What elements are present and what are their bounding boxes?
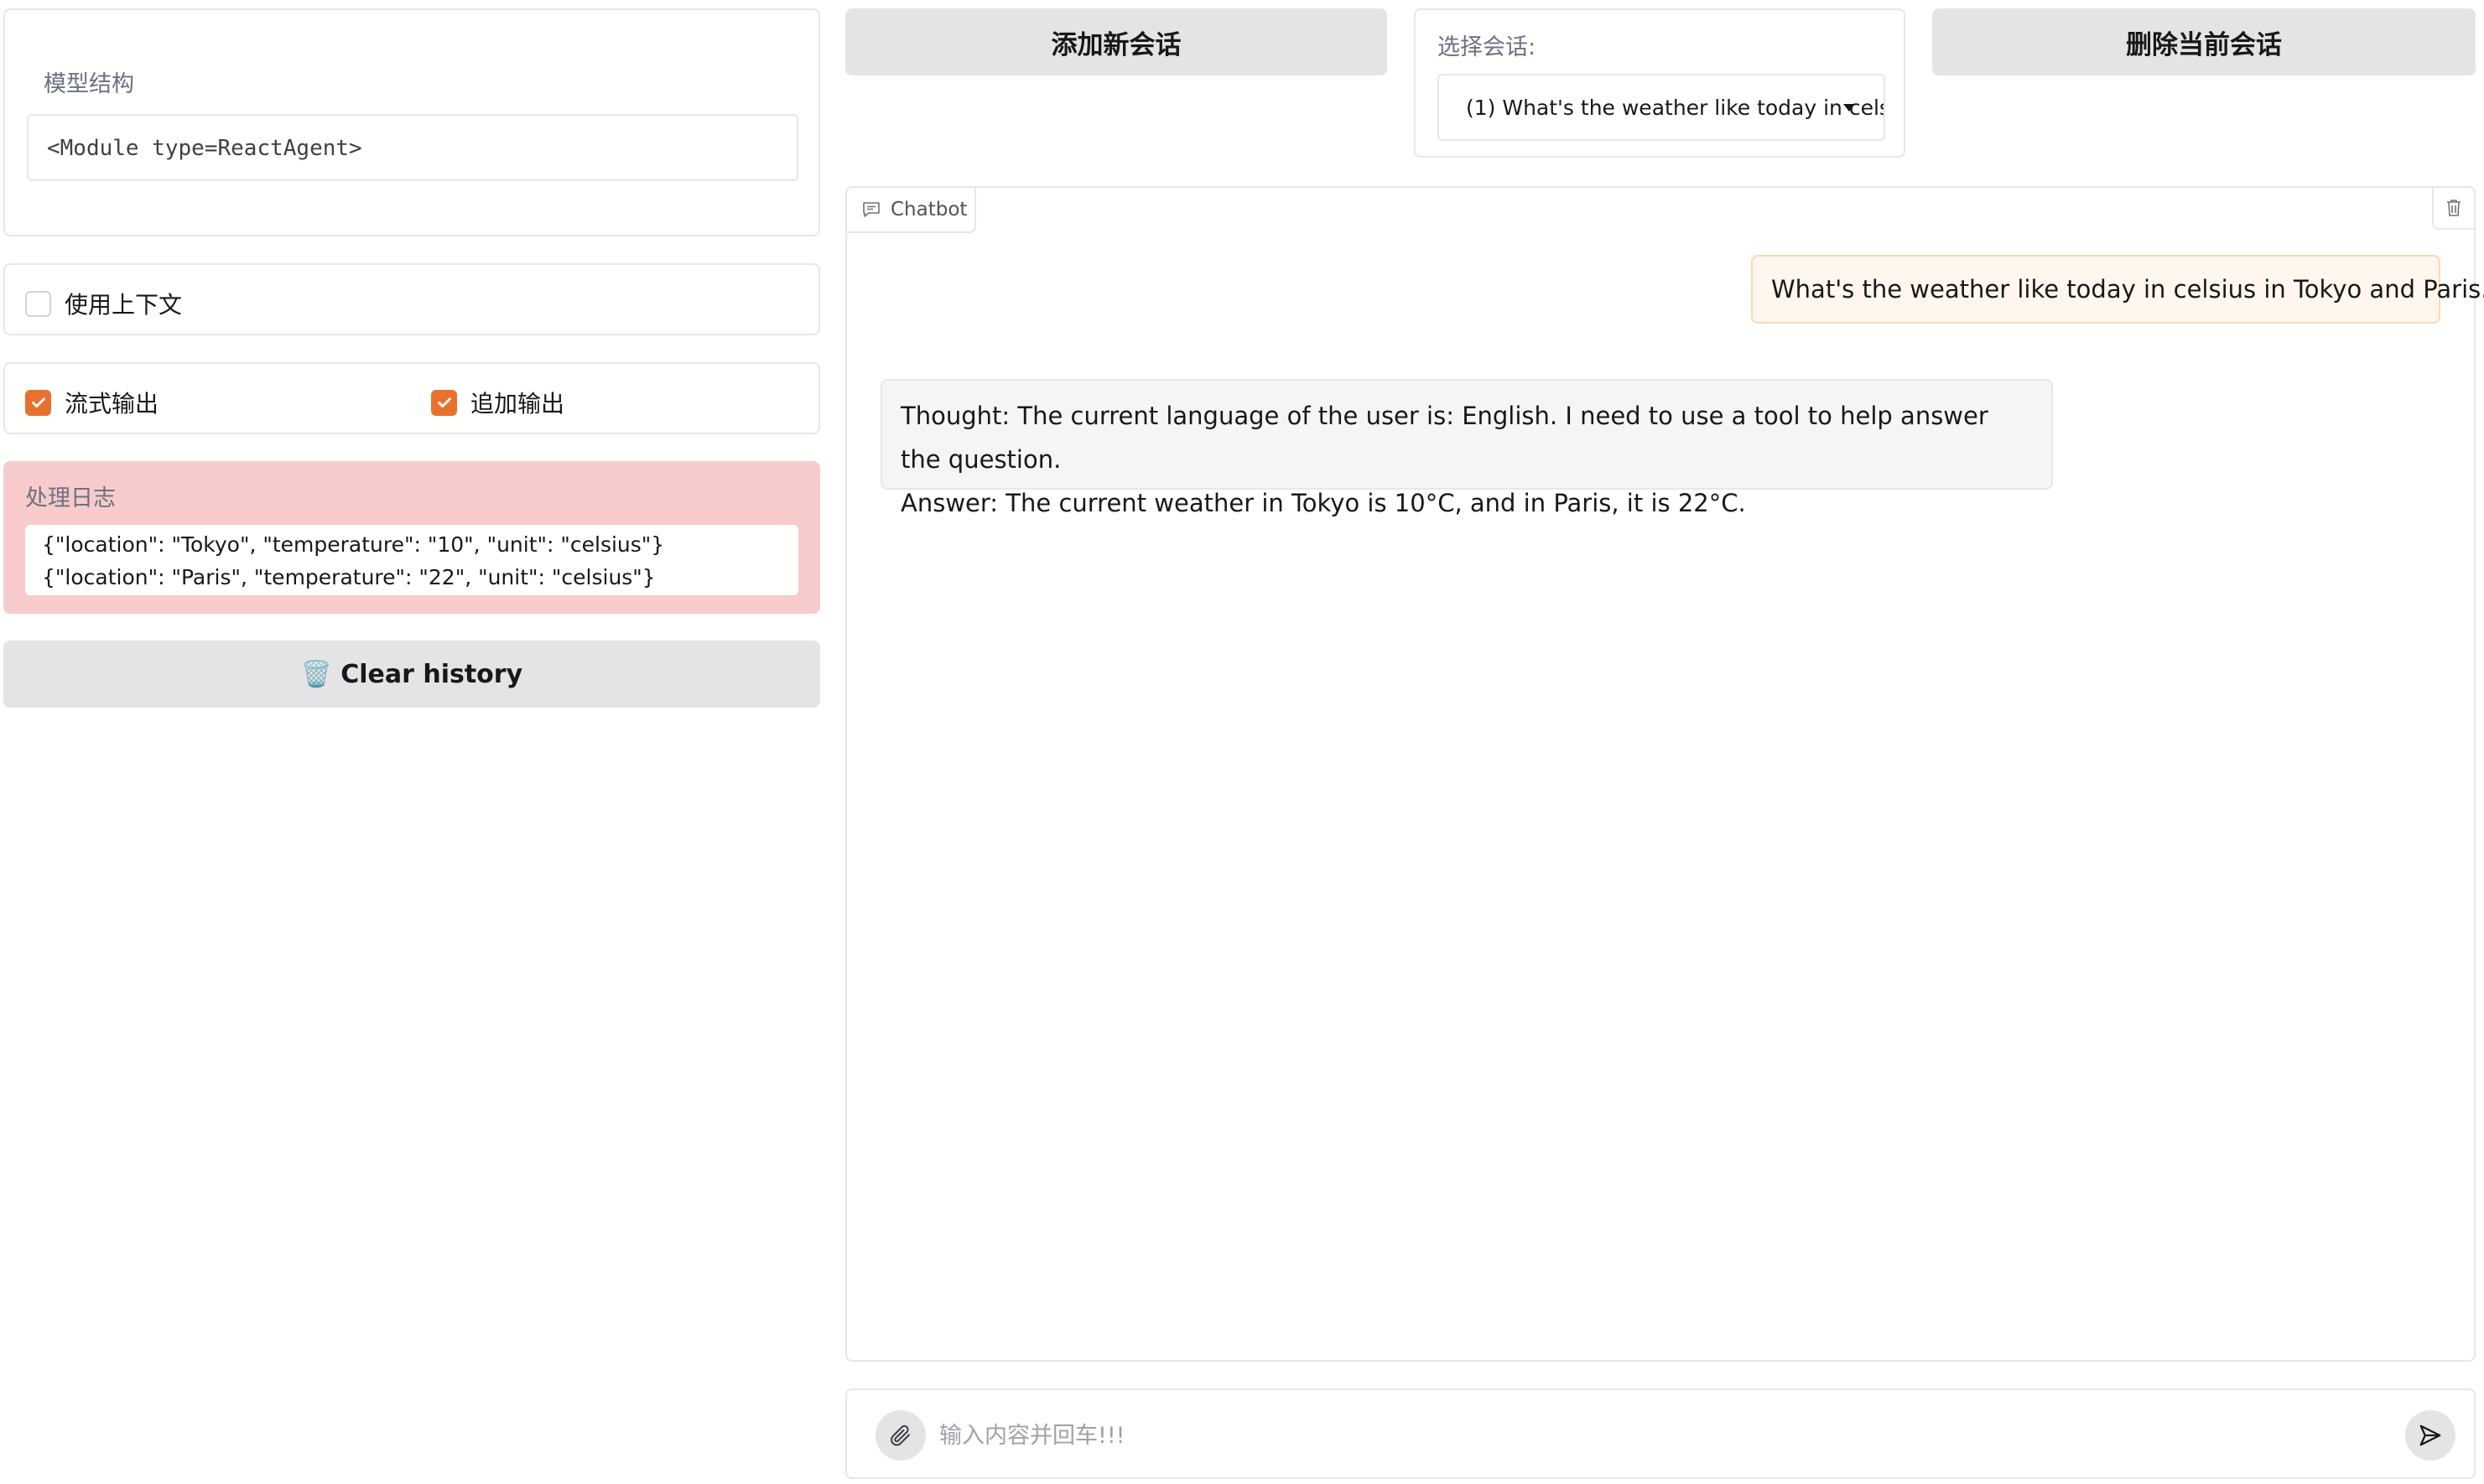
user-message-text: What's the weather like today in celsius…: [1771, 275, 2484, 304]
delete-session-button[interactable]: 删除当前会话: [1932, 8, 2476, 75]
assistant-message-bubble: Thought: The current language of the use…: [881, 379, 2053, 517]
send-icon: [2419, 1424, 2441, 1446]
session-dropdown[interactable]: (1) What's the weather like today in cel…: [1437, 74, 1885, 141]
message-input[interactable]: [939, 1410, 2365, 1461]
processing-log-panel: 处理日志 {"location": "Tokyo", "temperature"…: [3, 461, 820, 614]
processing-log-label: 处理日志: [25, 485, 116, 511]
chevron-down-icon[interactable]: [1843, 104, 1855, 112]
chatbot-tag-label: Chatbot: [891, 199, 968, 221]
session-select-label: 选择会话:: [1437, 34, 1536, 60]
attach-file-button[interactable]: [876, 1410, 926, 1461]
model-structure-panel: 模型结构 <Module type=ReactAgent>: [3, 8, 820, 236]
processing-log-textbox[interactable]: {"location": "Tokyo", "temperature": "10…: [25, 525, 798, 595]
model-structure-label: 模型结构: [44, 71, 134, 97]
checkbox-unchecked-icon[interactable]: [25, 290, 51, 317]
use-context-label: 使用上下文: [65, 291, 183, 319]
clear-history-label: Clear history: [340, 659, 523, 689]
checkbox-checked-icon[interactable]: [25, 389, 51, 416]
chatbot-panel: Chatbot What's the weather like today in…: [845, 186, 2484, 1362]
use-context-panel: 使用上下文: [3, 263, 820, 335]
session-dropdown-value: (1) What's the weather like today in cel…: [1466, 95, 1885, 120]
trash-icon: [2447, 200, 2461, 216]
clear-chat-button[interactable]: [2432, 188, 2474, 230]
checkbox-checked-icon[interactable]: [431, 389, 457, 416]
user-message-bubble: What's the weather like today in celsius…: [1751, 255, 2484, 324]
trash-icon: 🗑️: [300, 659, 333, 689]
assistant-thought-line: Thought: The current language of the use…: [901, 402, 1988, 474]
session-select-panel: 选择会话: (1) What's the weather like today …: [1414, 8, 1905, 158]
paperclip-icon: [891, 1424, 910, 1446]
chatbot-tag: Chatbot: [847, 188, 976, 233]
model-structure-value: <Module type=ReactAgent>: [27, 114, 798, 181]
append-output-label: 追加输出: [470, 390, 565, 418]
message-input-bar: [845, 1388, 2476, 1479]
stream-output-label: 流式输出: [65, 390, 159, 418]
add-session-button[interactable]: 添加新会话: [845, 8, 1387, 75]
output-options-panel: 流式输出 追加输出: [3, 362, 820, 434]
use-context-checkbox[interactable]: 使用上下文: [25, 287, 182, 320]
append-output-checkbox[interactable]: 追加输出: [431, 386, 564, 419]
assistant-answer-line: Answer: The current weather in Tokyo is …: [901, 489, 1746, 517]
clear-history-button[interactable]: 🗑️ Clear history: [3, 641, 820, 708]
stream-output-checkbox[interactable]: 流式输出: [25, 386, 158, 419]
chat-bubble-icon: [863, 202, 880, 217]
send-button[interactable]: [2405, 1410, 2455, 1461]
